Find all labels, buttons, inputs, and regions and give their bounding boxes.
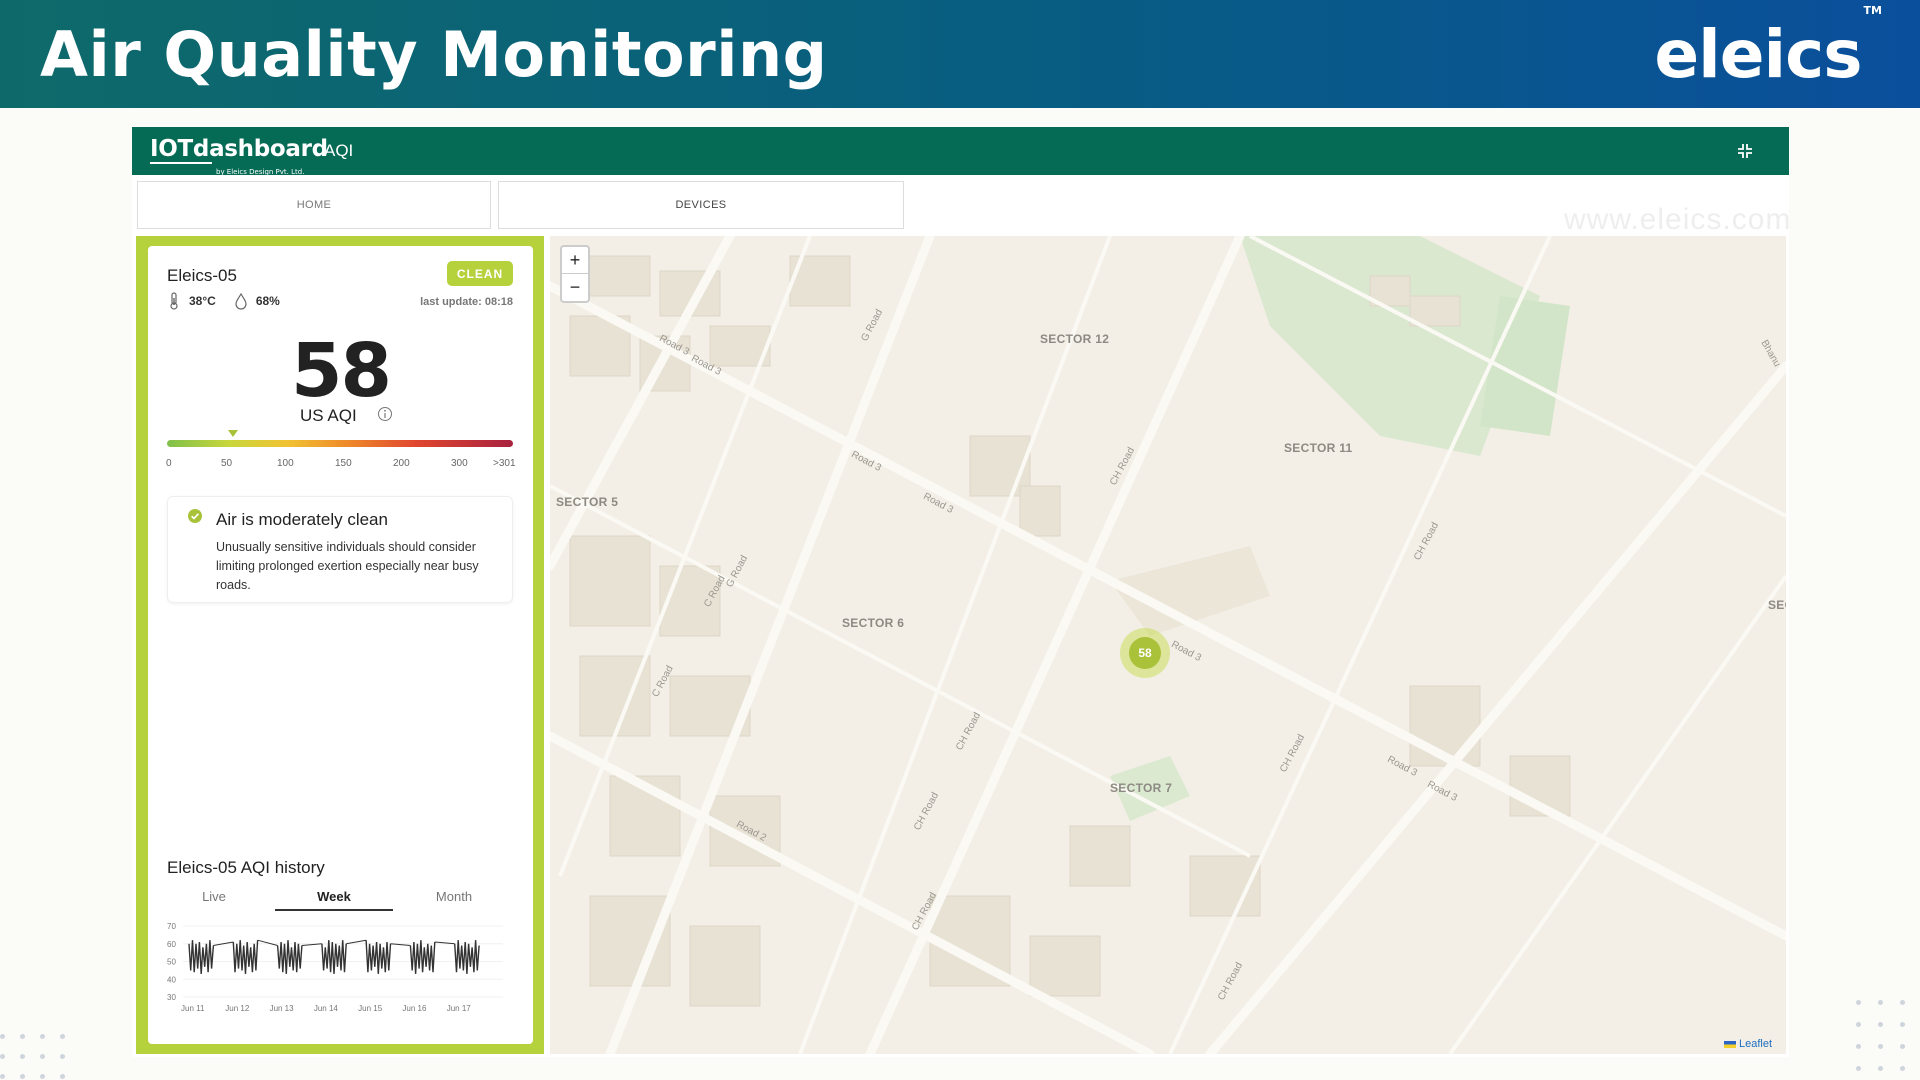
logo-subtext: by Eleics Design Pvt. Ltd. <box>216 168 305 176</box>
aqi-series-line <box>276 940 303 974</box>
scale-label: 0 <box>166 458 172 469</box>
last-update: last update: 08:18 <box>420 296 513 308</box>
aqi-history-chart: 70 60 50 40 30 Jun 11 Jun 12 Jun 13 Jun 14 Jun 15… <box>167 922 503 1013</box>
map-label-sector: SECTOR 12 <box>1040 332 1110 346</box>
map-view[interactable]: + − SECTOR 12 SECTOR 11 SECTOR 5 SECTOR … <box>550 236 1786 1054</box>
dashboard-app: IOTdashboard by Eleics Design Pvt. Ltd. … <box>132 127 1792 1057</box>
banner-title: Air Quality Monitoring <box>40 18 828 91</box>
scale-label: >301 <box>493 458 516 469</box>
brand-name: eleics <box>1654 16 1862 93</box>
message-title: Air is moderately clean <box>216 510 388 529</box>
iot-dashboard-logo[interactable]: IOTdashboard by Eleics Design Pvt. Ltd. <box>150 131 328 176</box>
aqi-series-line <box>188 940 215 974</box>
aqi-series-connector <box>346 939 367 945</box>
y-tick-label: 30 <box>167 993 176 1002</box>
active-tab-indicator <box>275 909 393 911</box>
brand-logo: eleicsTM <box>1654 4 1882 93</box>
scale-label: 300 <box>451 458 468 469</box>
aqi-series-line <box>365 940 392 974</box>
x-tick-label: Jun 16 <box>402 1004 427 1013</box>
history-title: Eleics-05 AQI history <box>167 858 325 877</box>
aqi-series-line <box>232 940 259 974</box>
device-card: Eleics-05 CLEAN 38°C 68% last update: 08… <box>148 246 533 1044</box>
device-panel: Eleics-05 CLEAN 38°C 68% last update: 08… <box>136 236 544 1054</box>
logo-underline <box>150 162 212 164</box>
map-label-sector: SECTOR 11 <box>1284 441 1353 455</box>
zoom-control: + − <box>560 245 590 303</box>
section-title: AQI <box>324 141 354 160</box>
app-topbar: IOTdashboard by Eleics Design Pvt. Ltd. … <box>132 127 1789 176</box>
aqi-unit: US AQI <box>300 406 357 425</box>
marker-aqi-value: 58 <box>1129 637 1161 669</box>
message-body: Unusually sensitive individuals should c… <box>216 540 479 592</box>
aqi-series-line <box>409 940 436 974</box>
map-label-sector: SECTOR 7 <box>1110 781 1173 795</box>
y-tick-label: 70 <box>167 922 176 931</box>
x-tick-label: Jun 13 <box>270 1004 295 1013</box>
air-quality-message: Air is moderately clean Unusually sensit… <box>167 496 513 603</box>
check-circle-icon <box>188 509 202 523</box>
attribution-link[interactable]: Leaflet <box>1739 1038 1772 1050</box>
logo-text: IOTdashboard <box>150 136 328 162</box>
x-tick-label: Jun 11 <box>181 1004 205 1013</box>
tab-live[interactable]: Live <box>154 889 274 904</box>
aqi-series-connector <box>257 939 278 947</box>
info-icon[interactable] <box>377 406 393 422</box>
scale-label: 100 <box>277 458 294 469</box>
aqi-value: 58 <box>291 328 392 414</box>
x-tick-label: Jun 14 <box>314 1004 339 1013</box>
watermark: www.eleics.com <box>1564 203 1792 236</box>
device-readings: 38°C 68% <box>167 292 280 310</box>
scale-label: 150 <box>335 458 352 469</box>
map-label-sector: SECTOR 6 <box>842 616 905 630</box>
x-tick-label: Jun 12 <box>225 1004 250 1013</box>
collapse-arrows-icon[interactable] <box>1737 143 1753 159</box>
tab-month[interactable]: Month <box>394 889 514 904</box>
y-tick-label: 60 <box>167 940 176 949</box>
header-banner: Air Quality Monitoring eleicsTM <box>0 0 1920 108</box>
x-tick-label: Jun 15 <box>358 1004 383 1013</box>
aqi-color-scale <box>167 440 513 447</box>
aqi-scale-pointer <box>228 430 238 437</box>
map-attribution[interactable]: Leaflet <box>1723 1038 1772 1050</box>
tab-devices[interactable]: DEVICES <box>498 181 904 229</box>
zoom-in-button[interactable]: + <box>562 247 588 274</box>
device-name: Eleics-05 <box>167 266 237 285</box>
thermometer-icon <box>170 292 178 310</box>
aqi-series-line <box>454 940 480 974</box>
y-tick-label: 40 <box>167 975 176 984</box>
y-tick-label: 50 <box>167 958 176 967</box>
humidity-value: 68% <box>255 294 280 308</box>
device-map-marker[interactable]: 58 <box>1120 628 1170 678</box>
zoom-out-button[interactable]: − <box>562 274 588 301</box>
ukraine-flag-icon <box>1723 1040 1736 1048</box>
humidity-drop-icon <box>235 292 247 310</box>
tab-home[interactable]: HOME <box>137 181 491 229</box>
x-tick-label: Jun 17 <box>447 1004 472 1013</box>
map-label-sector: SECTOR 5 <box>556 495 619 509</box>
status-badge: CLEAN <box>447 261 513 286</box>
map-label-sector: SEC <box>1768 598 1786 612</box>
scale-label: 50 <box>221 458 233 469</box>
trademark-mark: TM <box>1863 4 1882 17</box>
aqi-series-line <box>321 940 347 974</box>
tab-week[interactable]: Week <box>274 889 394 904</box>
temperature-value: 38°C <box>189 294 216 308</box>
scale-label: 200 <box>393 458 410 469</box>
